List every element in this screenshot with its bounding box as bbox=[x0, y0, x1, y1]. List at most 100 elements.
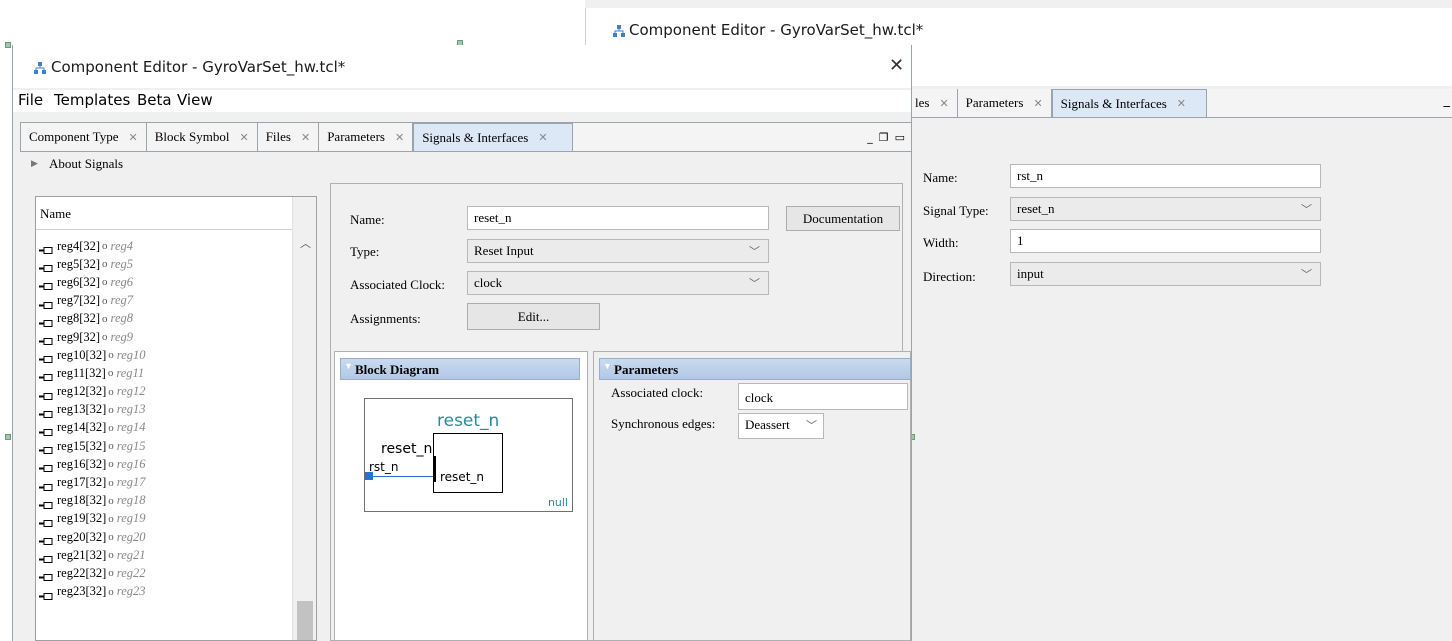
associated-clock-select[interactable]: clock ﹀ bbox=[467, 271, 769, 295]
ring-icon: o bbox=[108, 385, 114, 398]
associated-clock-label: Associated Clock: bbox=[350, 277, 445, 292]
tab-component-type[interactable]: Component Type ✕ bbox=[21, 123, 147, 151]
list-item[interactable]: reg15[32] o reg15 bbox=[39, 437, 291, 455]
list-item[interactable]: reg16[32] o reg16 bbox=[39, 455, 291, 473]
signal-name: reg23[32] bbox=[57, 584, 107, 599]
direction-select[interactable]: input ﹀ bbox=[1010, 262, 1321, 286]
column-header-name: Name bbox=[40, 206, 72, 221]
tab-signals-interfaces[interactable]: Signals & Interfaces ✕ bbox=[413, 123, 573, 151]
minimize-icon[interactable]: _ bbox=[1444, 93, 1451, 108]
module-port-bar bbox=[434, 456, 436, 482]
signal-type-value: reset_n bbox=[1017, 201, 1055, 216]
signal-alias: reg22 bbox=[116, 565, 146, 580]
maximize-icon[interactable]: ▭ bbox=[895, 131, 905, 144]
block-diagram-header[interactable]: ▼ Block Diagram bbox=[340, 358, 580, 380]
list-item[interactable]: reg18[32] o reg18 bbox=[39, 492, 291, 510]
close-icon[interactable]: ✕ bbox=[239, 131, 248, 144]
edit-assignments-button[interactable]: Edit... bbox=[467, 303, 600, 330]
close-icon[interactable]: ✕ bbox=[301, 131, 310, 144]
tab-parameters[interactable]: Parameters ✕ bbox=[958, 89, 1052, 117]
list-item[interactable]: reg4[32] o reg4 bbox=[39, 237, 291, 255]
about-signals-row[interactable]: ▶ About Signals bbox=[23, 155, 903, 175]
menu-file[interactable]: File bbox=[18, 91, 43, 109]
signal-port-icon bbox=[39, 443, 53, 455]
direction-value: input bbox=[1017, 266, 1044, 281]
name-field[interactable]: rst_n bbox=[1010, 164, 1321, 188]
list-item[interactable]: reg9[32] o reg9 bbox=[39, 328, 291, 346]
signal-type-select[interactable]: reset_n ﹀ bbox=[1010, 197, 1321, 221]
ring-icon: o bbox=[108, 458, 114, 471]
tab-files-partial[interactable]: les ✕ bbox=[905, 89, 958, 117]
assoc-clock-field[interactable]: clock bbox=[738, 383, 908, 410]
scrollbar-thumb[interactable] bbox=[297, 601, 313, 640]
minimize-icon[interactable]: _ bbox=[867, 131, 873, 144]
ring-icon: o bbox=[102, 294, 108, 307]
close-icon[interactable]: ✕ bbox=[1177, 97, 1186, 110]
close-icon[interactable]: ✕ bbox=[1033, 97, 1042, 110]
list-item[interactable]: reg23[32] o reg23 bbox=[39, 583, 291, 601]
list-item[interactable]: reg5[32] o reg5 bbox=[39, 255, 291, 273]
menu-beta[interactable]: Beta bbox=[137, 91, 172, 109]
close-icon[interactable]: ✕ bbox=[889, 55, 904, 76]
list-item[interactable]: reg6[32] o reg6 bbox=[39, 273, 291, 291]
name-field[interactable]: reset_n bbox=[467, 206, 769, 230]
tab-files[interactable]: Files ✕ bbox=[258, 123, 320, 151]
type-select[interactable]: Reset Input ﹀ bbox=[467, 239, 769, 263]
signal-port-icon bbox=[39, 589, 53, 600]
list-item[interactable]: reg22[32] o reg22 bbox=[39, 564, 291, 582]
documentation-button[interactable]: Documentation bbox=[786, 206, 900, 231]
list-item[interactable]: reg13[32] o reg13 bbox=[39, 401, 291, 419]
ring-icon: o bbox=[108, 585, 114, 598]
close-icon[interactable]: ✕ bbox=[939, 97, 948, 110]
list-item[interactable]: reg20[32] o reg20 bbox=[39, 528, 291, 546]
parameters-header[interactable]: ▼ Parameters bbox=[599, 358, 911, 380]
list-item[interactable]: reg17[32] o reg17 bbox=[39, 473, 291, 491]
list-item[interactable]: reg14[32] o reg14 bbox=[39, 419, 291, 437]
resize-handle[interactable] bbox=[5, 434, 11, 440]
list-item[interactable]: reg21[32] o reg21 bbox=[39, 546, 291, 564]
null-label: null bbox=[547, 496, 568, 509]
signal-port-icon bbox=[39, 389, 53, 400]
list-item[interactable]: reg11[32] o reg11 bbox=[39, 364, 291, 382]
width-field[interactable]: 1 bbox=[1010, 229, 1321, 253]
tab-parameters[interactable]: Parameters ✕ bbox=[319, 123, 414, 151]
front-title-bar[interactable]: Component Editor - GyroVarSet_hw.tcl* ✕ bbox=[13, 45, 911, 88]
window-app-icon bbox=[612, 24, 626, 42]
menu-templates[interactable]: Templates bbox=[54, 91, 130, 109]
close-icon[interactable]: ✕ bbox=[395, 131, 404, 144]
signal-list-header[interactable]: Name bbox=[36, 197, 292, 230]
signal-port-icon bbox=[39, 352, 53, 364]
list-item[interactable]: reg12[32] o reg12 bbox=[39, 383, 291, 401]
signal-alias: reg19 bbox=[116, 511, 146, 526]
restore-icon[interactable]: ❐ bbox=[879, 131, 889, 144]
signal-port-icon bbox=[39, 334, 53, 346]
scrollbar[interactable]: ︿ bbox=[292, 197, 316, 640]
type-label: Type: bbox=[350, 244, 380, 259]
signal-name: reg4[32] bbox=[57, 238, 101, 253]
tab-label: Parameters bbox=[327, 129, 385, 144]
ring-icon: o bbox=[108, 567, 114, 580]
ring-icon: o bbox=[108, 421, 114, 434]
sync-edges-value: Deassert bbox=[745, 417, 790, 432]
close-icon[interactable]: ✕ bbox=[538, 131, 547, 144]
splitter[interactable] bbox=[323, 180, 329, 641]
signal-name: reg18[32] bbox=[57, 493, 107, 508]
list-item[interactable]: reg8[32] o reg8 bbox=[39, 310, 291, 328]
scroll-up-icon[interactable]: ︿ bbox=[300, 235, 311, 251]
signal-alias: reg15 bbox=[116, 438, 146, 453]
resize-handle[interactable] bbox=[5, 42, 11, 48]
tab-signals-interfaces[interactable]: Signals & Interfaces ✕ bbox=[1051, 89, 1208, 117]
list-item[interactable]: reg19[32] o reg19 bbox=[39, 510, 291, 528]
close-icon[interactable]: ✕ bbox=[128, 131, 137, 144]
signal-alias: reg17 bbox=[116, 475, 146, 490]
ring-icon: o bbox=[102, 312, 108, 325]
chevron-down-icon: ﹀ bbox=[749, 277, 760, 290]
menu-view[interactable]: View bbox=[177, 91, 213, 109]
direction-label: Direction: bbox=[923, 269, 976, 284]
tab-block-symbol[interactable]: Block Symbol ✕ bbox=[147, 123, 258, 151]
sync-edges-select[interactable]: Deassert ﹀ bbox=[738, 413, 824, 439]
signal-alias: reg12 bbox=[116, 384, 146, 399]
associated-clock-value: clock bbox=[474, 275, 503, 290]
list-item[interactable]: reg10[32] o reg10 bbox=[39, 346, 291, 364]
list-item[interactable]: reg7[32] o reg7 bbox=[39, 292, 291, 310]
